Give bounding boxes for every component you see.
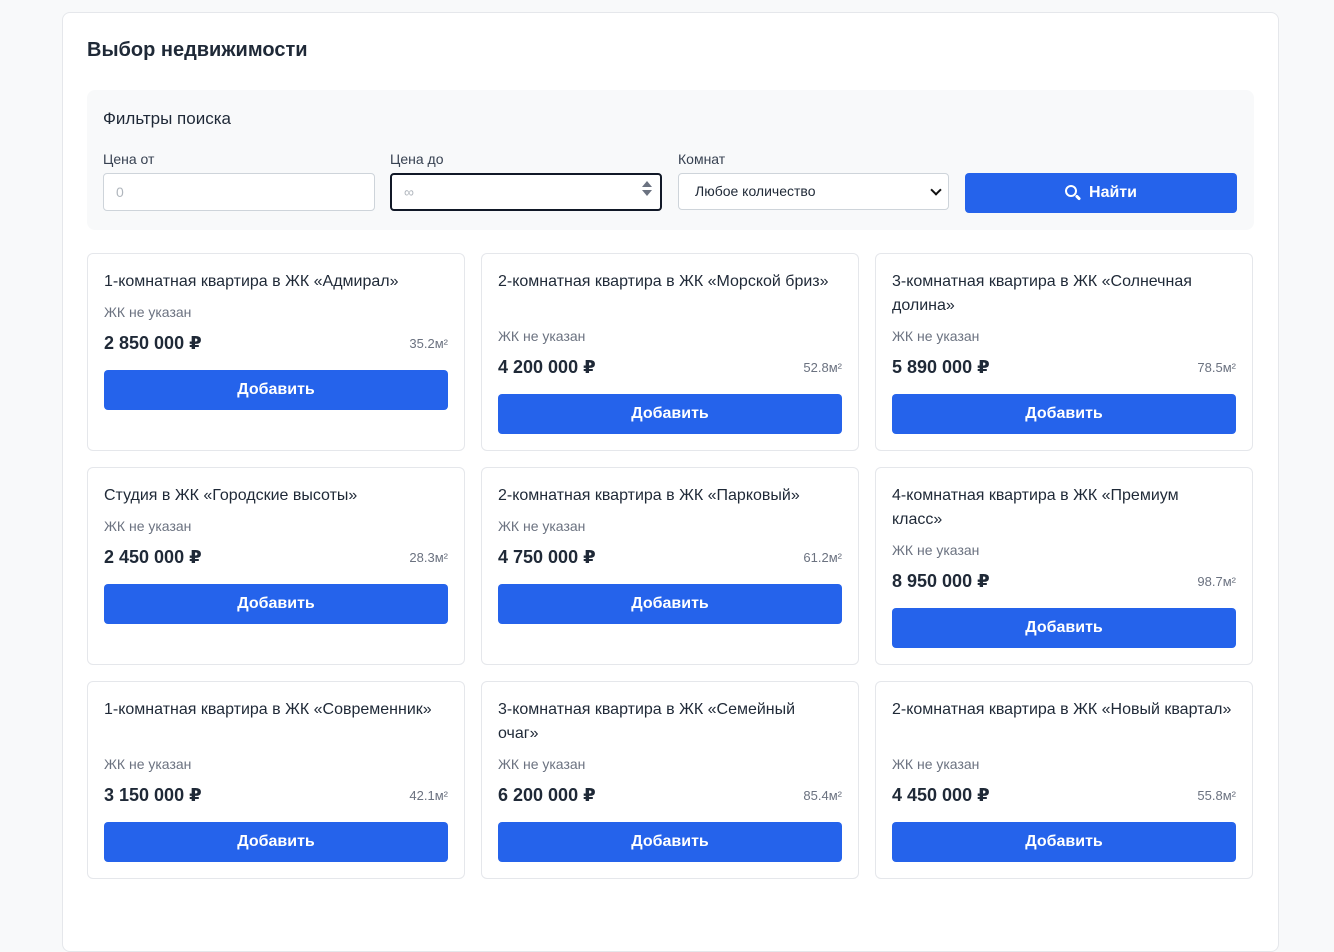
property-card: 2-комнатная квартира в ЖК «Морской бриз»… bbox=[481, 253, 859, 451]
add-button[interactable]: Добавить bbox=[104, 584, 448, 624]
property-card: 2-комнатная квартира в ЖК «Новый квартал… bbox=[875, 681, 1253, 879]
add-button[interactable]: Добавить bbox=[104, 822, 448, 862]
price-to-input[interactable] bbox=[390, 173, 662, 211]
property-complex: ЖК не указан bbox=[104, 304, 192, 320]
property-title: 2-комнатная квартира в ЖК «Морской бриз» bbox=[498, 273, 829, 290]
property-card: 2-комнатная квартира в ЖК «Парковый» ЖК н… bbox=[481, 467, 859, 665]
add-button[interactable]: Добавить bbox=[498, 394, 842, 434]
property-card: 3-комнатная квартира в ЖК «Солнечная дол… bbox=[875, 253, 1253, 451]
spin-down-icon[interactable] bbox=[642, 190, 652, 196]
property-price: 4 200 000 ₽ bbox=[498, 357, 596, 377]
property-price: 4 750 000 ₽ bbox=[498, 547, 596, 567]
property-price: 4 450 000 ₽ bbox=[892, 785, 990, 805]
add-button[interactable]: Добавить bbox=[104, 370, 448, 410]
property-complex: ЖК не указан bbox=[892, 328, 980, 344]
property-complex: ЖК не указан bbox=[892, 756, 980, 772]
property-title: 4-комнатная квартира в ЖК «Премиум класс… bbox=[892, 487, 1179, 528]
add-button[interactable]: Добавить bbox=[892, 394, 1236, 434]
price-to-field bbox=[390, 173, 662, 211]
search-button-label: Найти bbox=[1089, 184, 1137, 201]
property-area: 52.8м² bbox=[803, 360, 842, 375]
property-complex: ЖК не указан bbox=[892, 542, 980, 558]
add-button[interactable]: Добавить bbox=[498, 822, 842, 862]
rooms-select-value: Любое количество bbox=[695, 183, 816, 199]
property-complex: ЖК не указан bbox=[104, 518, 192, 534]
property-card: 1-комнатная квартира в ЖК «Современник» Ж… bbox=[87, 681, 465, 879]
property-area: 55.8м² bbox=[1197, 788, 1236, 803]
property-price: 2 850 000 ₽ bbox=[104, 333, 202, 353]
rooms-label: Комнат bbox=[678, 151, 726, 167]
property-card: 3-комнатная квартира в ЖК «Семейный очаг… bbox=[481, 681, 859, 879]
property-price: 5 890 000 ₽ bbox=[892, 357, 990, 377]
property-complex: ЖК не указан bbox=[498, 328, 586, 344]
property-title: 3-комнатная квартира в ЖК «Солнечная дол… bbox=[892, 273, 1192, 314]
property-complex: ЖК не указан bbox=[104, 756, 192, 772]
property-title: 1-комнатная квартира в ЖК «Современник» bbox=[104, 701, 432, 718]
property-card: Студия в ЖК «Городские высоты» ЖК не указ… bbox=[87, 467, 465, 665]
property-area: 42.1м² bbox=[409, 788, 448, 803]
property-area: 28.3м² bbox=[409, 550, 448, 565]
property-price: 3 150 000 ₽ bbox=[104, 785, 202, 805]
number-spinner[interactable] bbox=[642, 181, 652, 201]
property-selection-panel: Выбор недвижимости Фильтры поиска Цена о… bbox=[62, 12, 1279, 952]
property-area: 61.2м² bbox=[803, 550, 842, 565]
page-title: Выбор недвижимости bbox=[87, 39, 308, 61]
property-price: 2 450 000 ₽ bbox=[104, 547, 202, 567]
property-title: 2-комнатная квартира в ЖК «Новый квартал… bbox=[892, 701, 1232, 718]
price-to-label: Цена до bbox=[390, 151, 444, 167]
property-title: 1-комнатная квартира в ЖК «Адмирал» bbox=[104, 273, 399, 290]
property-area: 78.5м² bbox=[1197, 360, 1236, 375]
add-button[interactable]: Добавить bbox=[892, 822, 1236, 862]
search-button[interactable]: Найти bbox=[965, 173, 1237, 213]
property-title: 3-комнатная квартира в ЖК «Семейный очаг… bbox=[498, 701, 796, 742]
property-complex: ЖК не указан bbox=[498, 756, 586, 772]
property-title: 2-комнатная квартира в ЖК «Парковый» bbox=[498, 487, 800, 504]
rooms-select[interactable]: Любое количество bbox=[678, 173, 949, 210]
property-title: Студия в ЖК «Городские высоты» bbox=[104, 487, 358, 504]
property-area: 85.4м² bbox=[803, 788, 842, 803]
property-price: 8 950 000 ₽ bbox=[892, 571, 990, 591]
price-from-input[interactable] bbox=[103, 173, 375, 211]
property-area: 35.2м² bbox=[409, 336, 448, 351]
search-icon bbox=[1065, 185, 1082, 201]
add-button[interactable]: Добавить bbox=[892, 608, 1236, 648]
price-from-label: Цена от bbox=[103, 151, 155, 167]
chevron-down-icon bbox=[930, 184, 942, 196]
property-area: 98.7м² bbox=[1197, 574, 1236, 589]
property-price: 6 200 000 ₽ bbox=[498, 785, 596, 805]
property-complex: ЖК не указан bbox=[498, 518, 586, 534]
search-filters: Фильтры поиска Цена от Цена до Комнат Лю… bbox=[87, 90, 1254, 230]
property-card: 1-комнатная квартира в ЖК «Адмирал» ЖК не… bbox=[87, 253, 465, 451]
add-button[interactable]: Добавить bbox=[498, 584, 842, 624]
spin-up-icon[interactable] bbox=[642, 181, 652, 187]
filters-title: Фильтры поиска bbox=[103, 109, 231, 128]
property-card: 4-комнатная квартира в ЖК «Премиум класс… bbox=[875, 467, 1253, 665]
